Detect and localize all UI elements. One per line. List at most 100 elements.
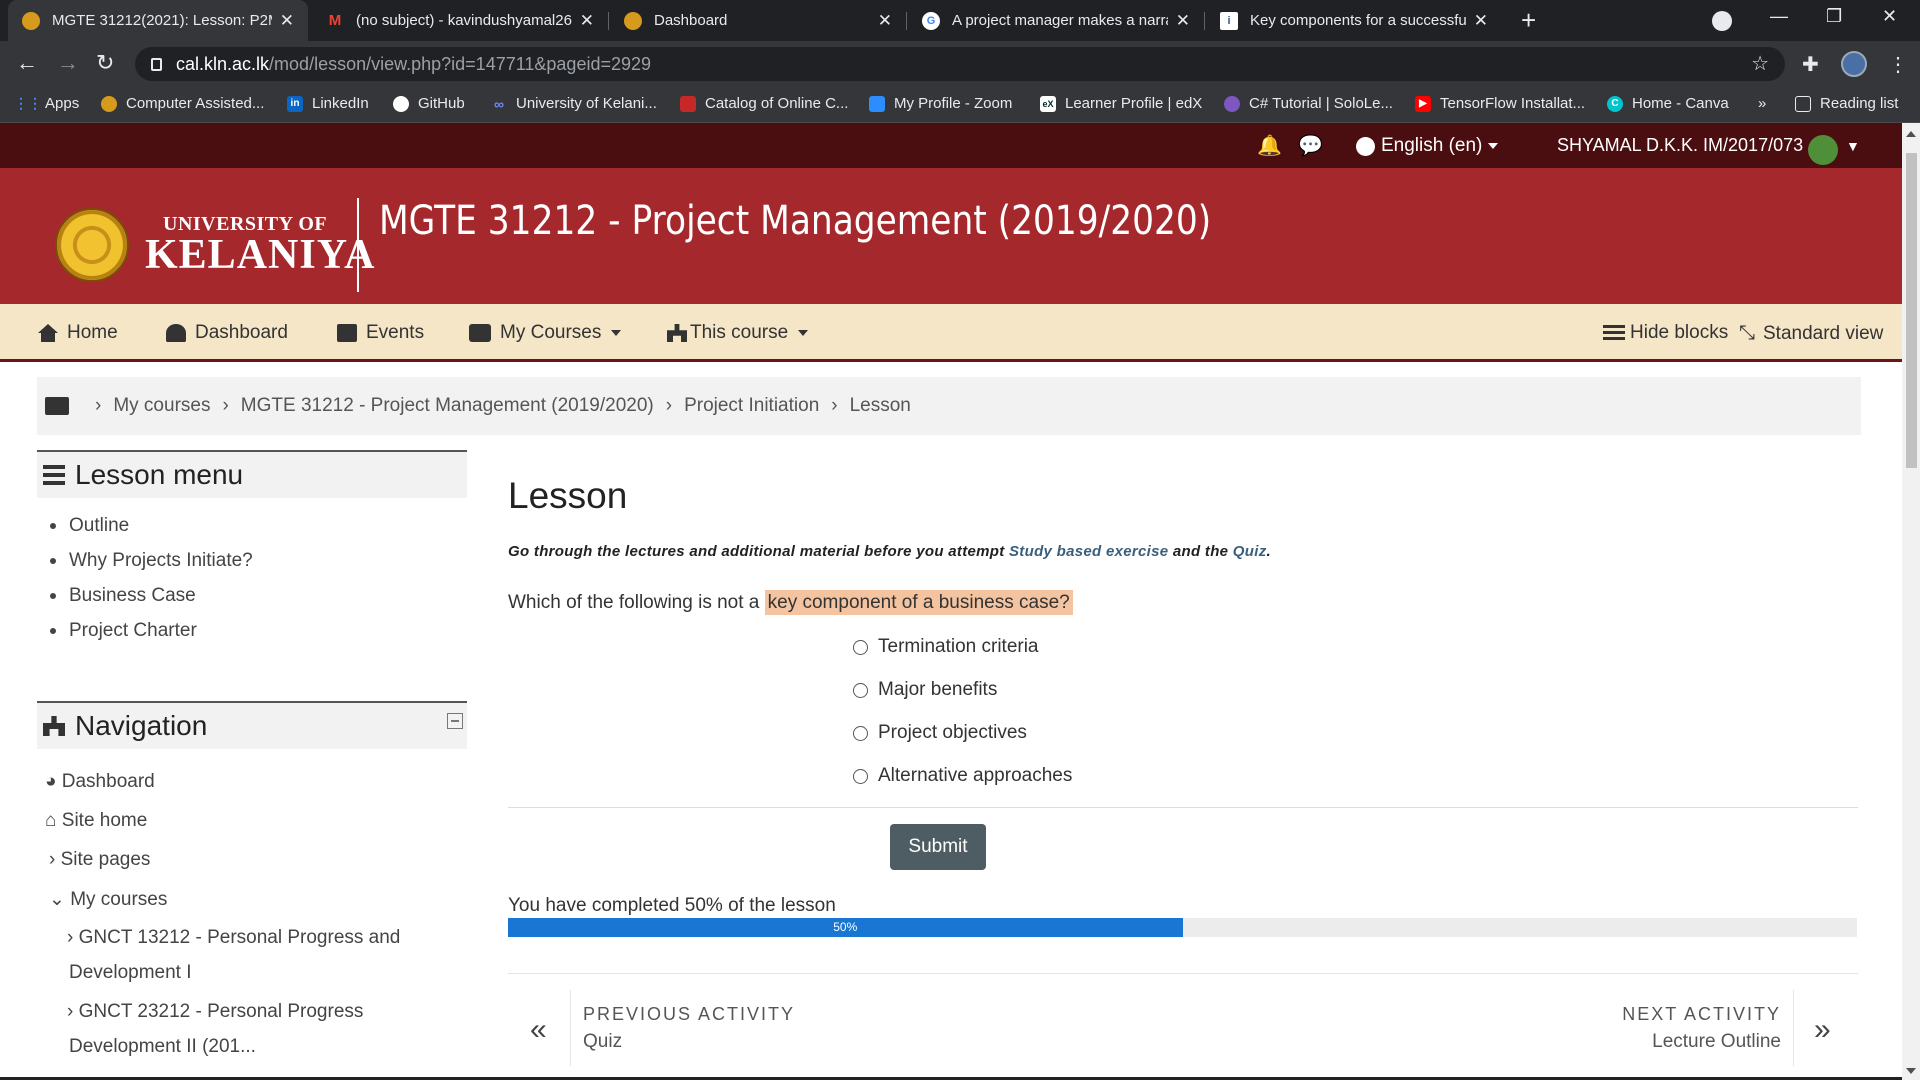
- forward-icon[interactable]: →: [57, 50, 79, 76]
- close-tab-icon[interactable]: ✕: [580, 11, 594, 31]
- language-menu[interactable]: English (en): [1356, 135, 1499, 157]
- breadcrumb-section[interactable]: Project Initiation: [684, 395, 819, 417]
- lesson-menu-item-business-case[interactable]: Business Case: [37, 578, 467, 613]
- bookmark-star-icon[interactable]: ☆: [1751, 51, 1769, 76]
- breadcrumb-course[interactable]: MGTE 31212 - Project Management (2019/20…: [241, 395, 654, 417]
- close-tab-icon[interactable]: ✕: [1474, 11, 1488, 31]
- scroll-up-icon[interactable]: [1906, 131, 1916, 137]
- tab-lesson[interactable]: MGTE 31212(2021): Lesson: P2M ✕: [8, 0, 308, 41]
- page-title: Lesson: [508, 475, 628, 516]
- nav-home[interactable]: Home: [38, 322, 118, 344]
- bookmark-linkedin[interactable]: in LinkedIn: [287, 95, 369, 112]
- nav-this-course[interactable]: This course: [667, 322, 809, 344]
- bookmarks-overflow[interactable]: »: [1758, 95, 1766, 112]
- previous-activity-link[interactable]: PREVIOUS ACTIVITY Quiz: [583, 1004, 795, 1053]
- quiz-link[interactable]: Quiz: [1233, 543, 1267, 560]
- breadcrumb-my-courses[interactable]: My courses: [113, 395, 210, 417]
- tab-search-icon[interactable]: [1712, 11, 1732, 31]
- tab-title: A project manager makes a narra: [952, 12, 1168, 29]
- bookmark-tensorflow[interactable]: ▶ TensorFlow Installat...: [1415, 95, 1585, 112]
- extensions-icon[interactable]: ✚: [1802, 52, 1819, 77]
- page-scrollbar[interactable]: [1902, 123, 1920, 1080]
- radio-button[interactable]: [853, 639, 868, 655]
- lesson-menu-item-why-projects[interactable]: Why Projects Initiate?: [37, 543, 467, 578]
- folder-open-icon[interactable]: [45, 397, 69, 415]
- reading-list-button[interactable]: Reading list: [1795, 95, 1898, 112]
- bookmark-edx[interactable]: eX Learner Profile | edX: [1040, 95, 1202, 112]
- scrollbar-thumb[interactable]: [1906, 153, 1917, 468]
- tab-dashboard[interactable]: Dashboard ✕: [610, 0, 906, 41]
- lock-icon: [151, 57, 162, 71]
- bookmark-apps[interactable]: ⋮⋮ Apps: [14, 95, 79, 112]
- double-chevron-left-icon[interactable]: «: [530, 1013, 547, 1047]
- close-tab-icon[interactable]: ✕: [280, 11, 294, 31]
- chrome-menu-icon[interactable]: ⋮: [1888, 52, 1908, 77]
- breadcrumb-separator: ›: [831, 395, 838, 416]
- course-title[interactable]: MGTE 31212 - Project Management (2019/20…: [379, 198, 1211, 244]
- tab-gmail[interactable]: M (no subject) - kavindushyamal26 ✕: [312, 0, 608, 41]
- radio-button[interactable]: [853, 725, 868, 741]
- bookmark-github[interactable]: GitHub: [393, 95, 465, 112]
- maximize-icon[interactable]: ❐: [1826, 6, 1842, 27]
- minimize-icon[interactable]: —: [1770, 6, 1788, 27]
- bookmark-sololearn[interactable]: C# Tutorial | SoloLe...: [1224, 95, 1393, 112]
- user-avatar[interactable]: [1808, 135, 1838, 165]
- compress-icon: ⤡: [1739, 322, 1755, 344]
- breadcrumb-current[interactable]: Lesson: [850, 395, 911, 417]
- answer-option-4[interactable]: Alternative approaches: [853, 765, 1072, 787]
- intro-text: and the: [1168, 543, 1233, 560]
- tab-key-components[interactable]: i Key components for a successful ✕: [1206, 0, 1502, 41]
- address-bar[interactable]: cal.kln.ac.lk/mod/lesson/view.php?id=147…: [135, 47, 1785, 81]
- nav-tree-label-continued[interactable]: Development II (201...: [69, 1036, 256, 1058]
- tab-separator: [1204, 12, 1205, 30]
- nav-tree-course-gnct23212[interactable]: › GNCT 23212 - Personal Progress: [67, 1001, 363, 1023]
- answer-option-2[interactable]: Major benefits: [853, 679, 997, 701]
- nav-tree-label-continued[interactable]: Development I: [69, 962, 192, 984]
- bookmark-computer-assisted[interactable]: Computer Assisted...: [101, 95, 264, 112]
- site-top-strip: 🔔 💬 English (en) SHYAMAL D.K.K. IM/2017/…: [0, 123, 1902, 168]
- radio-button[interactable]: [853, 768, 868, 784]
- nav-my-courses[interactable]: My Courses: [469, 322, 622, 344]
- study-exercise-link[interactable]: Study based exercise: [1009, 543, 1168, 560]
- bookmark-catalog[interactable]: Catalog of Online C...: [680, 95, 848, 112]
- double-chevron-right-icon[interactable]: »: [1814, 1013, 1831, 1047]
- question-highlight: key component of a business case?: [764, 590, 1073, 615]
- notifications-bell-icon[interactable]: 🔔: [1257, 133, 1282, 158]
- reload-icon[interactable]: ↻: [96, 50, 114, 76]
- radio-button[interactable]: [853, 682, 868, 698]
- tab-google[interactable]: G A project manager makes a narra ✕: [908, 0, 1204, 41]
- submit-button[interactable]: Submit: [890, 824, 986, 870]
- new-tab-icon[interactable]: +: [1521, 5, 1536, 36]
- nav-events[interactable]: Events: [337, 322, 424, 344]
- browser-profile-avatar[interactable]: [1841, 51, 1867, 77]
- nav-tree-course-gnct13212[interactable]: › GNCT 13212 - Personal Progress and: [67, 927, 400, 949]
- close-window-icon[interactable]: ✕: [1882, 6, 1897, 27]
- answer-option-1[interactable]: Termination criteria: [853, 636, 1039, 658]
- user-name[interactable]: SHYAMAL D.K.K. IM/2017/073: [1557, 135, 1803, 156]
- close-tab-icon[interactable]: ✕: [878, 11, 892, 31]
- hide-blocks-button[interactable]: Hide blocks: [1603, 322, 1728, 344]
- messages-icon[interactable]: 💬: [1298, 133, 1323, 158]
- next-activity-link[interactable]: NEXT ACTIVITY Lecture Outline: [1622, 1004, 1781, 1053]
- gmail-icon: M: [328, 12, 342, 29]
- lesson-menu-item-outline[interactable]: Outline: [37, 508, 467, 543]
- coursera-icon: ∞: [494, 95, 504, 112]
- collapse-block-icon[interactable]: [447, 713, 463, 729]
- tab-title: Key components for a successful: [1250, 12, 1466, 29]
- bookmark-zoom[interactable]: My Profile - Zoom: [869, 95, 1012, 112]
- user-menu-caret-icon[interactable]: ▼: [1846, 138, 1860, 154]
- lesson-menu-item-project-charter[interactable]: Project Charter: [37, 613, 467, 648]
- nav-tree-site-pages[interactable]: › Site pages: [49, 849, 150, 871]
- close-tab-icon[interactable]: ✕: [1176, 11, 1190, 31]
- nav-dashboard[interactable]: Dashboard: [166, 322, 288, 344]
- bookmark-canva[interactable]: C Home - Canva: [1607, 95, 1729, 112]
- scroll-down-icon[interactable]: [1906, 1068, 1916, 1074]
- standard-view-button[interactable]: ⤡ Standard view: [1739, 322, 1883, 345]
- nav-tree-dashboard[interactable]: ◕ Dashboard: [45, 771, 155, 793]
- answer-option-3[interactable]: Project objectives: [853, 722, 1027, 744]
- bookmark-university-kelaniya[interactable]: ∞ University of Kelani...: [491, 95, 657, 112]
- nav-tree-site-home[interactable]: ⌂ Site home: [45, 810, 147, 832]
- back-icon[interactable]: ←: [16, 50, 38, 76]
- nav-tree-my-courses[interactable]: ⌄ My courses: [49, 888, 167, 911]
- apps-grid-icon: ⋮⋮: [14, 95, 42, 111]
